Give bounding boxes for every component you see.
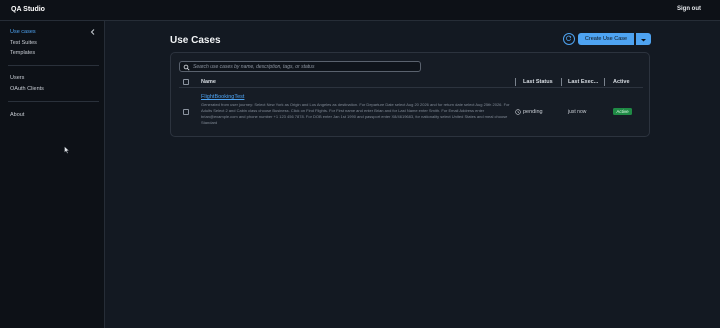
sidebar-item-templates[interactable]: Templates <box>10 50 35 56</box>
sign-out-button[interactable]: Sign out <box>677 6 701 12</box>
active-badge[interactable]: Active <box>613 108 632 115</box>
page-title: Use Cases <box>170 35 221 46</box>
use-case-link[interactable]: FlightBookingTest <box>201 94 244 100</box>
create-options-dropdown[interactable] <box>636 33 651 45</box>
sidebar-item-oauth-clients[interactable]: OAuth Clients <box>10 86 44 92</box>
column-header-last-executed[interactable]: Last Exec... <box>568 79 598 85</box>
status-cell: pending <box>515 108 543 115</box>
last-executed-text: just now <box>568 109 587 115</box>
sidebar-divider <box>8 101 99 102</box>
search-box[interactable] <box>179 61 421 72</box>
sidebar-divider <box>8 65 99 66</box>
create-use-case-button[interactable]: Create Use Case <box>578 33 634 45</box>
caret-down-icon <box>641 39 646 42</box>
column-header-name[interactable]: Name <box>201 79 216 85</box>
row-checkbox[interactable] <box>183 109 189 115</box>
top-bar: QA Studio Sign out <box>0 0 720 21</box>
table-header: Name Last Status Last Exec... Active <box>179 77 643 88</box>
use-cases-card: Name Last Status Last Exec... Active Fli… <box>170 52 650 137</box>
clock-icon <box>515 108 521 115</box>
chevron-left-icon[interactable] <box>89 28 97 36</box>
sidebar: Use cases Test Suites Templates Users OA… <box>0 21 105 328</box>
column-header-last-status[interactable]: Last Status <box>523 79 553 85</box>
sidebar-item-users[interactable]: Users <box>10 75 24 81</box>
search-input[interactable] <box>193 63 417 71</box>
column-resize-handle[interactable] <box>604 78 605 86</box>
column-header-active[interactable]: Active <box>613 79 630 85</box>
sidebar-item-test-suites[interactable]: Test Suites <box>10 40 37 46</box>
refresh-button[interactable] <box>563 33 575 45</box>
sidebar-item-use-cases[interactable]: Use cases <box>10 29 36 35</box>
column-resize-handle[interactable] <box>561 78 562 86</box>
column-resize-handle[interactable] <box>515 78 516 86</box>
sidebar-item-about[interactable]: About <box>10 112 24 118</box>
select-all-checkbox[interactable] <box>183 79 189 85</box>
app-title: QA Studio <box>11 6 45 13</box>
status-text: pending <box>523 109 543 115</box>
table-row: FlightBookingTest Generated from user jo… <box>179 91 643 133</box>
refresh-icon <box>566 35 572 41</box>
mouse-cursor-icon <box>64 146 70 154</box>
search-icon <box>183 64 190 70</box>
use-case-description: Generated from user journey: Select New … <box>201 102 510 126</box>
